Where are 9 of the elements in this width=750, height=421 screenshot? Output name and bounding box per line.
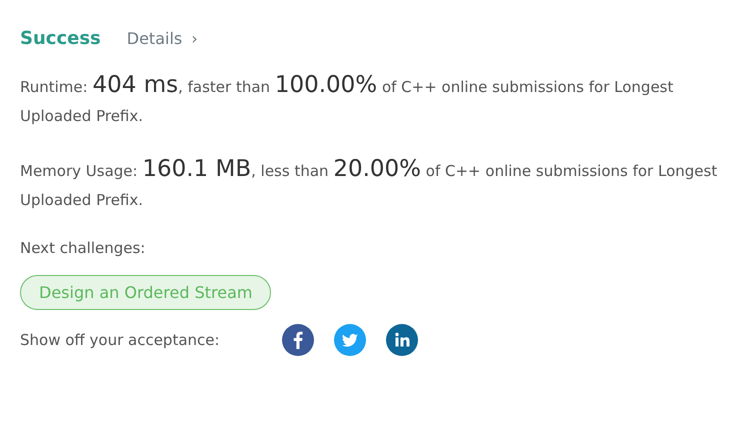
result-sentence: Runtime: 404 ms, faster than 100.00% of C++ online submissions for Longest Uploaded Prefix. — [20, 71, 674, 127]
linkedin-icon[interactable] — [386, 324, 418, 356]
facebook-icon[interactable] — [282, 324, 314, 356]
status-title: Success — [20, 28, 101, 49]
details-link[interactable]: Details › — [126, 29, 198, 48]
share-label: Show off your acceptance: — [20, 331, 221, 349]
next-challenges-label: Next challenges: — [20, 239, 146, 257]
result-sentence: Memory Usage: 160.1 MB, less than 20.00% of C++ online submissions for Longest Uploaded Prefix. — [20, 155, 718, 211]
twitter-icon[interactable] — [334, 324, 366, 356]
